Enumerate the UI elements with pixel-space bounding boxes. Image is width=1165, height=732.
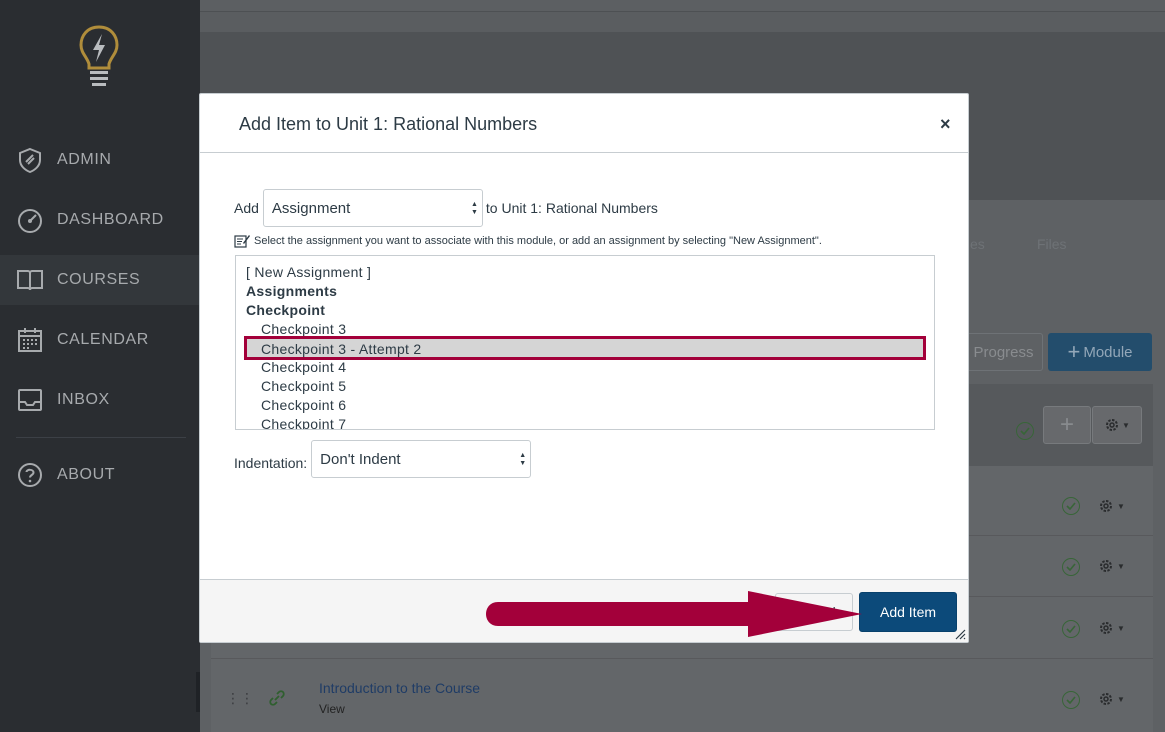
- module-item-type: View: [319, 702, 345, 716]
- nav-item-label: DASHBOARD: [57, 211, 164, 228]
- add-suffix-label: to Unit 1: Rational Numbers: [485, 200, 658, 216]
- published-check-icon[interactable]: [1062, 558, 1080, 576]
- gear-icon: [1100, 560, 1112, 572]
- option-checkpoint-7[interactable]: Checkpoint 7: [261, 415, 346, 429]
- option-checkpoint-4[interactable]: Checkpoint 4: [261, 358, 346, 377]
- caret-down-icon: ▼: [1117, 694, 1125, 704]
- inbox-icon: [16, 386, 44, 414]
- caret-down-icon: ▼: [1117, 623, 1125, 633]
- option-checkpoint-3-attempt-2-selected[interactable]: Checkpoint 3 - Attempt 2: [244, 336, 926, 360]
- option-checkpoint-5[interactable]: Checkpoint 5: [261, 377, 346, 396]
- help-icon: [16, 461, 44, 489]
- indentation-label: Indentation:: [234, 455, 308, 471]
- item-type-value: Assignment: [271, 199, 351, 217]
- add-module-button[interactable]: + Module: [1048, 333, 1152, 371]
- nav-divider: [16, 437, 186, 438]
- nav-item-dashboard[interactable]: DASHBOARD: [0, 195, 200, 245]
- gear-icon: [1100, 622, 1112, 634]
- caret-down-icon: ▼: [1117, 501, 1125, 511]
- nav-item-label: CALENDAR: [57, 331, 149, 348]
- select-arrows-icon: ▲ ▼: [470, 201, 478, 216]
- book-icon: [16, 266, 44, 294]
- optgroup-checkpoint: Checkpoint: [246, 302, 326, 318]
- global-nav-sidebar: ADMIN DASHBOARD COURSES CALENDAR INBOX A…: [0, 0, 200, 732]
- dialog-title: Add Item to Unit 1: Rational Numbers: [239, 114, 538, 134]
- add-module-label: Module: [1083, 343, 1133, 361]
- indentation-row: Indentation: Don't Indent ▲ ▼: [234, 440, 532, 478]
- published-check-icon[interactable]: [1062, 620, 1080, 638]
- published-check-icon[interactable]: [1062, 691, 1080, 709]
- published-check-icon[interactable]: [1062, 497, 1080, 515]
- plus-icon: +: [1059, 411, 1074, 438]
- top-bar: [200, 0, 1165, 12]
- nav-item-inbox[interactable]: INBOX: [0, 375, 200, 425]
- option-checkpoint-6[interactable]: Checkpoint 6: [261, 396, 346, 415]
- nav-item-admin[interactable]: ADMIN: [0, 135, 200, 185]
- nav-item-label: INBOX: [57, 391, 110, 408]
- item-type-select[interactable]: Assignment ▲ ▼: [262, 189, 483, 227]
- nav-item-label: COURSES: [57, 271, 141, 288]
- drag-handle-icon[interactable]: ⋮⋮: [226, 690, 254, 707]
- add-item-button[interactable]: Add Item: [859, 592, 957, 632]
- gear-icon: [1100, 693, 1112, 705]
- nav-item-label: ABOUT: [57, 466, 116, 483]
- indentation-select[interactable]: Don't Indent ▲ ▼: [311, 440, 532, 478]
- dialog-header: Add Item to Unit 1: Rational Numbers ×: [200, 94, 968, 153]
- link-icon: [269, 690, 285, 706]
- caret-down-icon: ▼: [1122, 420, 1130, 430]
- dashboard-icon: [16, 206, 44, 234]
- calendar-icon: [16, 326, 44, 354]
- gear-icon: [1106, 419, 1119, 431]
- tab-files[interactable]: Files: [1037, 236, 1067, 252]
- nav-item-calendar[interactable]: CALENDAR: [0, 315, 200, 365]
- caret-down-icon: ▼: [1117, 561, 1125, 571]
- published-check-icon[interactable]: [1016, 422, 1034, 440]
- shield-icon: [16, 146, 44, 174]
- item-settings-button[interactable]: ▼: [1098, 691, 1125, 707]
- add-prefix-label: Add: [234, 200, 259, 216]
- indentation-value: Don't Indent: [320, 450, 401, 468]
- item-settings-button[interactable]: ▼: [1098, 498, 1125, 514]
- add-item-dialog: Add Item to Unit 1: Rational Numbers × A…: [199, 93, 969, 643]
- item-type-row: Add Assignment ▲ ▼ to Unit 1: Rational Nu…: [234, 188, 658, 228]
- nav-item-courses[interactable]: COURSES: [0, 255, 200, 305]
- gear-icon: [1100, 500, 1112, 512]
- option-new-assignment[interactable]: [ New Assignment ]: [246, 263, 371, 282]
- close-icon[interactable]: ×: [940, 114, 951, 135]
- lightbulb-logo-icon[interactable]: [78, 24, 120, 90]
- optgroup-assignments: Assignments: [246, 283, 338, 299]
- assignment-listbox[interactable]: [ New Assignment ] Assignments Checkpoin…: [235, 255, 935, 430]
- item-settings-button[interactable]: ▼: [1098, 558, 1125, 574]
- add-item-to-module-button[interactable]: +: [1043, 406, 1091, 444]
- plus-icon: +: [1067, 339, 1081, 364]
- edit-note-icon: [234, 235, 250, 248]
- row-divider: [211, 658, 1153, 659]
- select-arrows-icon: ▲ ▼: [519, 452, 527, 467]
- resize-handle-icon[interactable]: [954, 628, 966, 640]
- module-item-link[interactable]: Introduction to the Course: [319, 680, 480, 696]
- hint-text: Select the assignment you want to associ…: [254, 234, 822, 247]
- item-settings-button[interactable]: ▼: [1098, 620, 1125, 636]
- module-settings-button[interactable]: ▼: [1092, 406, 1142, 444]
- pointer-arrow-annotation: [486, 591, 862, 637]
- nav-item-about[interactable]: ABOUT: [0, 450, 200, 500]
- selected-option-label: Checkpoint 3 - Attempt 2: [261, 341, 422, 357]
- nav-item-label: ADMIN: [57, 151, 112, 168]
- tab-partial[interactable]: es: [970, 236, 985, 252]
- hint-row: Select the assignment you want to associ…: [234, 233, 822, 248]
